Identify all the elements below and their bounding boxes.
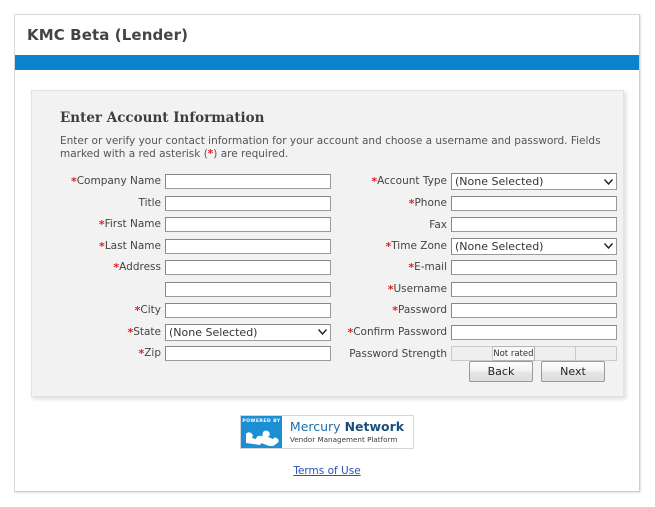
field-row-fax: Fax <box>332 214 617 236</box>
city-input[interactable] <box>165 303 331 319</box>
field-row-username: *Username <box>332 279 617 301</box>
company-name-input[interactable] <box>165 174 331 190</box>
terms-of-use-link[interactable]: Terms of Use <box>15 465 639 477</box>
field-row-address-line1: *Address <box>46 257 331 279</box>
label-account-type: *Account Type <box>371 175 447 189</box>
app-title: KMC Beta (Lender) <box>27 26 189 44</box>
powered-by-badge: POWERED BY <box>240 416 282 448</box>
form-column-left: *Company Name Title *First Name *Last Na… <box>46 171 331 365</box>
label-confirm-password: *Confirm Password <box>347 325 447 339</box>
logo-brand-mercury: Mercury <box>289 419 345 434</box>
chevron-down-icon <box>601 243 616 250</box>
time-zone-select-value: (None Selected) <box>455 239 544 253</box>
field-row-zip: *Zip <box>46 343 331 365</box>
page-panel: KMC Beta (Lender) Enter Account Informat… <box>14 14 640 492</box>
card-button-row: Back Next <box>469 361 605 382</box>
fax-input[interactable] <box>451 217 617 233</box>
section-description-part1: Enter or verify your contact information… <box>60 135 601 160</box>
section-title: Enter Account Information <box>60 110 265 126</box>
email-input[interactable] <box>451 260 617 276</box>
label-last-name: *Last Name <box>99 239 161 253</box>
puzzle-pieces-icon <box>245 430 279 446</box>
logo-brand-name: Mercury Network <box>290 420 404 434</box>
logo-brand-network: Network <box>344 419 405 434</box>
account-type-select-value: (None Selected) <box>455 175 544 189</box>
strength-cell-4 <box>575 346 617 362</box>
address-line1-input[interactable] <box>165 260 331 276</box>
chevron-down-icon <box>601 178 616 185</box>
label-password: *Password <box>392 304 447 318</box>
logo-text-block: Mercury Network Vendor Management Platfo… <box>282 416 413 448</box>
label-address: *Address <box>113 261 161 275</box>
state-select[interactable]: (None Selected) <box>165 323 331 341</box>
strength-cell-1 <box>451 346 494 362</box>
label-title: Title <box>138 197 161 210</box>
label-fax: Fax <box>429 218 447 231</box>
field-row-phone: *Phone <box>332 193 617 215</box>
field-row-email: *E-mail <box>332 257 617 279</box>
address-line2-input[interactable] <box>165 281 331 297</box>
field-row-title: Title <box>46 193 331 215</box>
section-description-part2: ) are required. <box>213 148 289 160</box>
form-column-right: *Account Type (None Selected) *Phone Fax… <box>332 171 617 365</box>
field-row-first-name: *First Name <box>46 214 331 236</box>
label-phone: *Phone <box>408 196 447 210</box>
first-name-input[interactable] <box>165 217 331 233</box>
label-time-zone: *Time Zone <box>385 239 447 253</box>
mercury-network-logo: POWERED BY Mercury Network Vendor Manage… <box>239 415 415 449</box>
zip-input[interactable] <box>165 346 331 362</box>
next-button[interactable]: Next <box>541 361 605 382</box>
time-zone-select[interactable]: (None Selected) <box>451 237 617 255</box>
phone-input[interactable] <box>451 195 617 211</box>
accent-bar <box>15 55 639 70</box>
account-type-select[interactable]: (None Selected) <box>451 173 617 191</box>
field-row-last-name: *Last Name <box>46 236 331 258</box>
label-password-strength: Password Strength <box>349 347 447 360</box>
logo-tagline: Vendor Management Platform <box>289 435 398 444</box>
label-company-name: *Company Name <box>70 175 161 189</box>
field-row-account-type: *Account Type (None Selected) <box>332 171 617 193</box>
title-input[interactable] <box>165 195 331 211</box>
label-email: *E-mail <box>408 261 447 275</box>
password-input[interactable] <box>451 303 617 319</box>
footer: POWERED BY Mercury Network Vendor Manage… <box>15 415 639 477</box>
field-row-confirm-password: *Confirm Password <box>332 322 617 344</box>
field-row-state: *State (None Selected) <box>46 322 331 344</box>
section-description: Enter or verify your contact information… <box>60 135 606 161</box>
field-row-company-name: *Company Name <box>46 171 331 193</box>
state-select-value: (None Selected) <box>169 325 258 339</box>
label-city: *City <box>134 304 161 318</box>
strength-cell-2: Not rated <box>493 346 535 362</box>
back-button[interactable]: Back <box>469 361 533 382</box>
label-first-name: *First Name <box>98 218 161 232</box>
label-username: *Username <box>387 282 447 296</box>
label-zip: *Zip <box>138 347 161 361</box>
strength-cell-3 <box>534 346 576 362</box>
field-row-address-line2 <box>46 279 331 301</box>
field-row-password: *Password <box>332 300 617 322</box>
chevron-down-icon <box>315 329 330 336</box>
password-strength-meter: Not rated <box>451 346 617 362</box>
last-name-input[interactable] <box>165 238 331 254</box>
powered-by-label: POWERED BY <box>242 419 281 424</box>
account-information-card: Enter Account Information Enter or verif… <box>31 90 624 397</box>
confirm-password-input[interactable] <box>451 324 617 340</box>
field-row-time-zone: *Time Zone (None Selected) <box>332 236 617 258</box>
field-row-city: *City <box>46 300 331 322</box>
username-input[interactable] <box>451 281 617 297</box>
app-header: KMC Beta (Lender) <box>15 15 639 55</box>
label-state: *State <box>127 325 161 339</box>
